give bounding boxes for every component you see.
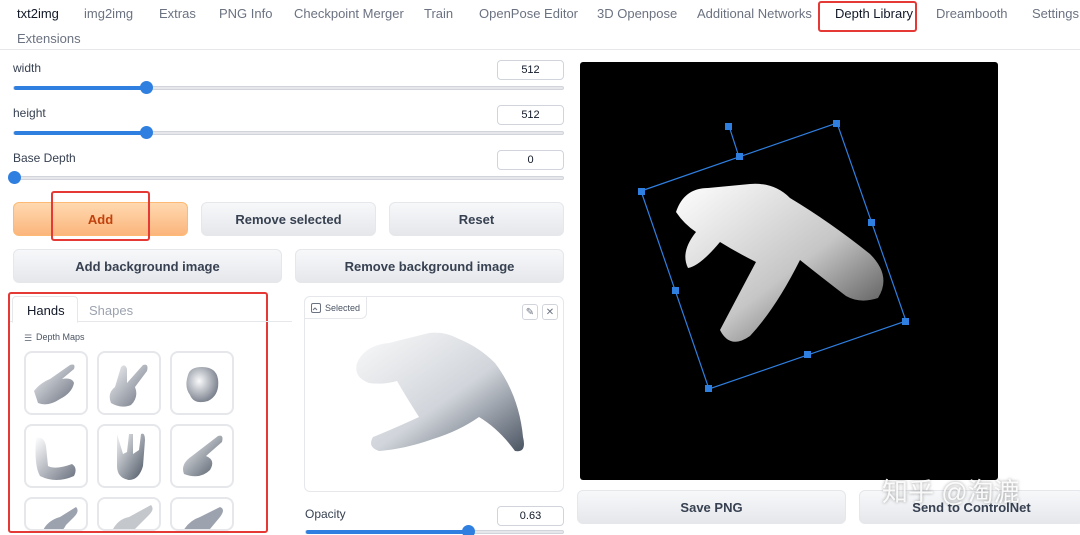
height-slider-thumb[interactable]	[139, 126, 153, 139]
remove-selected-button[interactable]: Remove selected	[201, 202, 376, 236]
height-slider[interactable]	[13, 126, 564, 139]
active-tab-highlight	[818, 1, 917, 32]
tab-extras[interactable]: Extras	[159, 6, 196, 22]
width-number-input[interactable]: 512	[497, 60, 564, 80]
depth-map-thumb[interactable]	[170, 497, 234, 531]
opacity-label: Opacity	[305, 507, 346, 521]
selection-handle	[804, 351, 811, 358]
tab-dreambooth[interactable]: Dreambooth	[936, 6, 1008, 22]
tab-settings[interactable]: Settings	[1032, 6, 1079, 22]
width-label: width	[13, 61, 42, 75]
hand-depth-icon	[34, 364, 75, 405]
selected-label-box: Selected	[305, 297, 368, 319]
depth-library-panel: Hands Shapes ☰ Depth Maps	[8, 292, 292, 535]
opacity-number-input[interactable]: 0.63	[497, 506, 564, 526]
height-label: height	[13, 106, 46, 120]
depth-canvas[interactable]	[580, 62, 998, 480]
depth-library-app: txt2img img2img Extras PNG Info Checkpoi…	[0, 0, 1080, 535]
watermark: 知乎 @淘漉	[882, 477, 1020, 507]
opacity-slider[interactable]	[305, 525, 564, 535]
selected-label: Selected	[325, 302, 361, 313]
depth-map-thumb[interactable]	[97, 351, 161, 415]
close-icon[interactable]: ✕	[542, 304, 558, 320]
selection-handle	[902, 318, 909, 325]
hand-depth-icon	[113, 505, 153, 529]
hand-depth-icon	[184, 507, 223, 529]
rotation-line	[728, 125, 740, 158]
tab-extensions[interactable]: Extensions	[17, 31, 81, 47]
base-depth-label: Base Depth	[13, 151, 76, 165]
selected-image-panel: Selected ✎ ✕	[304, 296, 564, 492]
selection-handle	[638, 188, 645, 195]
hand-depth-shape	[676, 183, 884, 342]
width-slider[interactable]	[13, 81, 564, 94]
list-icon: ☰	[24, 333, 33, 343]
depth-map-thumb[interactable]	[170, 351, 234, 415]
add-button-highlight	[51, 191, 150, 241]
top-tab-bar: txt2img img2img Extras PNG Info Checkpoi…	[0, 0, 1080, 50]
selection-handle	[736, 153, 743, 160]
add-background-image-button[interactable]: Add background image	[13, 249, 282, 283]
tab-openpose-editor[interactable]: OpenPose Editor	[479, 6, 578, 22]
tab-img2img[interactable]: img2img	[84, 6, 133, 22]
opacity-slider-fill	[306, 530, 468, 534]
tab-3d-openpose[interactable]: 3D Openpose	[597, 6, 677, 22]
depth-map-thumb[interactable]	[24, 497, 88, 531]
tab-checkpoint-merger[interactable]: Checkpoint Merger	[294, 6, 404, 22]
edit-icon[interactable]: ✎	[522, 304, 538, 320]
tab-additional-networks[interactable]: Additional Networks	[697, 6, 812, 22]
depth-maps-label: Depth Maps	[36, 332, 85, 342]
selection-handle	[672, 287, 679, 294]
remove-background-image-button[interactable]: Remove background image	[295, 249, 564, 283]
save-png-button[interactable]: Save PNG	[577, 490, 846, 524]
depth-map-thumb[interactable]	[24, 351, 88, 415]
tab-png-info[interactable]: PNG Info	[219, 6, 272, 22]
selected-hand-preview	[356, 332, 524, 452]
height-slider-fill	[14, 131, 146, 135]
opacity-slider-thumb[interactable]	[461, 525, 475, 535]
tab-train[interactable]: Train	[424, 6, 453, 22]
hand-depth-icon	[43, 507, 78, 529]
selection-handle	[705, 385, 712, 392]
selection-handle	[833, 120, 840, 127]
rotation-handle	[725, 123, 732, 130]
image-icon	[311, 302, 321, 313]
width-slider-thumb[interactable]	[139, 81, 153, 94]
width-slider-fill	[14, 86, 146, 90]
base-depth-slider-thumb[interactable]	[8, 171, 21, 184]
depth-map-thumb[interactable]	[97, 424, 161, 488]
tab-shapes[interactable]: Shapes	[89, 303, 133, 318]
hand-depth-icon	[183, 435, 223, 477]
reset-button[interactable]: Reset	[389, 202, 564, 236]
canvas-drawing	[638, 120, 909, 392]
fist-depth-icon	[186, 367, 219, 403]
hand-depth-icon	[117, 433, 145, 480]
selection-handle	[868, 219, 875, 226]
base-depth-number-input[interactable]: 0	[497, 150, 564, 170]
tab-txt2img[interactable]: txt2img	[17, 6, 59, 22]
depth-map-thumb[interactable]	[24, 424, 88, 488]
depth-map-thumb[interactable]	[170, 424, 234, 488]
base-depth-slider[interactable]	[8, 171, 564, 184]
tab-hands[interactable]: Hands	[27, 303, 65, 318]
depth-map-thumb[interactable]	[97, 497, 161, 531]
hand-depth-icon	[109, 364, 148, 407]
height-number-input[interactable]: 512	[497, 105, 564, 125]
hand-depth-icon	[35, 437, 76, 480]
